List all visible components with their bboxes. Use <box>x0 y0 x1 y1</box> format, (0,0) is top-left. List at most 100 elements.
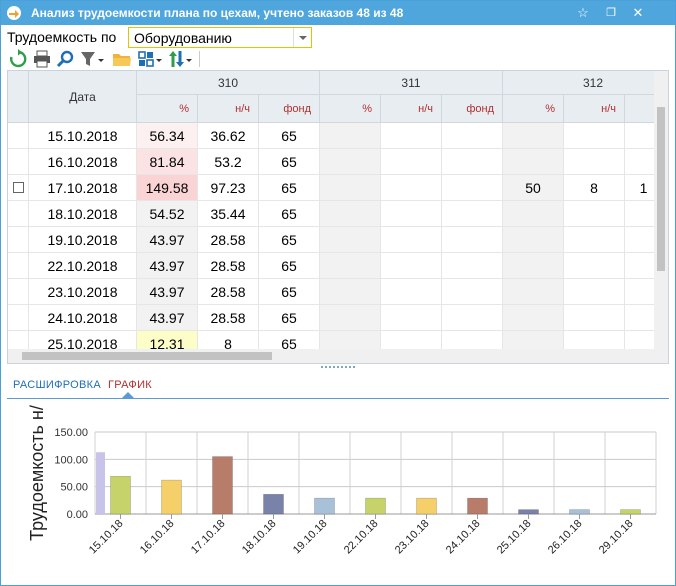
filter-icon[interactable] <box>79 49 105 69</box>
sub-header-nh[interactable]: н/ч <box>381 95 442 123</box>
data-cell[interactable] <box>442 175 503 201</box>
data-cell[interactable] <box>381 279 442 305</box>
group-header-312[interactable]: 312 <box>503 71 663 95</box>
data-cell[interactable]: 28.58 <box>198 227 259 253</box>
data-cell[interactable] <box>503 279 564 305</box>
tab-chart[interactable]: ГРАФИК <box>108 379 152 391</box>
date-cell[interactable]: 16.10.2018 <box>29 149 137 175</box>
vertical-scroll-thumb[interactable] <box>657 107 665 271</box>
data-cell[interactable] <box>381 123 442 149</box>
sub-header-percent[interactable]: % <box>320 95 381 123</box>
date-cell[interactable]: 22.10.2018 <box>29 253 137 279</box>
data-cell[interactable] <box>564 201 625 227</box>
data-cell[interactable]: 54.52 <box>137 201 198 227</box>
date-column-header[interactable]: Дата <box>29 71 137 123</box>
row-indicator[interactable] <box>8 305 29 331</box>
group-header-310[interactable]: 310 <box>137 71 320 95</box>
sub-header-fund[interactable]: фонд <box>442 95 503 123</box>
layout-icon[interactable] <box>137 49 163 69</box>
data-cell[interactable] <box>381 175 442 201</box>
data-cell[interactable]: 65 <box>259 253 320 279</box>
labor-by-select[interactable]: Оборудованию <box>128 27 312 48</box>
data-cell[interactable] <box>564 227 625 253</box>
data-cell[interactable] <box>381 305 442 331</box>
row-indicator[interactable] <box>8 201 29 227</box>
data-cell[interactable] <box>442 279 503 305</box>
panel-splitter[interactable] <box>321 366 355 370</box>
sub-header-percent[interactable]: % <box>137 95 198 123</box>
data-cell[interactable]: 56.34 <box>137 123 198 149</box>
sort-icon[interactable] <box>167 49 193 69</box>
data-cell[interactable]: 65 <box>259 175 320 201</box>
data-cell[interactable] <box>503 305 564 331</box>
date-cell[interactable]: 17.10.2018 <box>29 175 137 201</box>
row-indicator[interactable] <box>8 123 29 149</box>
sub-header-nh[interactable]: н/ч <box>198 95 259 123</box>
date-cell[interactable]: 18.10.2018 <box>29 201 137 227</box>
data-cell[interactable] <box>320 227 381 253</box>
data-cell[interactable]: 65 <box>259 149 320 175</box>
data-cell[interactable]: 28.58 <box>198 253 259 279</box>
data-cell[interactable] <box>320 279 381 305</box>
data-cell[interactable] <box>381 149 442 175</box>
data-cell[interactable] <box>320 201 381 227</box>
data-cell[interactable] <box>381 253 442 279</box>
row-indicator[interactable] <box>8 253 29 279</box>
data-cell[interactable]: 65 <box>259 227 320 253</box>
data-cell[interactable]: 65 <box>259 123 320 149</box>
data-cell[interactable]: 8 <box>564 175 625 201</box>
data-cell[interactable] <box>503 123 564 149</box>
row-indicator[interactable] <box>8 279 29 305</box>
data-cell[interactable] <box>442 123 503 149</box>
pin-icon[interactable]: ☆ <box>573 3 593 23</box>
data-cell[interactable]: 97.23 <box>198 175 259 201</box>
data-cell[interactable] <box>564 253 625 279</box>
data-cell[interactable] <box>442 253 503 279</box>
data-cell[interactable]: 35.44 <box>198 201 259 227</box>
date-cell[interactable]: 23.10.2018 <box>29 279 137 305</box>
data-cell[interactable]: 149.58 <box>137 175 198 201</box>
data-cell[interactable]: 65 <box>259 279 320 305</box>
data-cell[interactable]: 81.84 <box>137 149 198 175</box>
date-cell[interactable]: 19.10.2018 <box>29 227 137 253</box>
refresh-icon[interactable] <box>7 49 29 69</box>
data-cell[interactable]: 65 <box>259 305 320 331</box>
labor-grid[interactable]: Дата 310 311 312 % н/ч фонд % н/ч фонд %… <box>7 70 669 364</box>
data-cell[interactable]: 53.2 <box>198 149 259 175</box>
group-header-311[interactable]: 311 <box>320 71 503 95</box>
data-cell[interactable] <box>564 305 625 331</box>
data-cell[interactable] <box>320 149 381 175</box>
restore-icon[interactable]: ❐ <box>601 3 621 23</box>
data-cell[interactable] <box>564 149 625 175</box>
vertical-scrollbar[interactable] <box>654 71 668 351</box>
data-cell[interactable]: 28.58 <box>198 305 259 331</box>
search-icon[interactable] <box>55 49 77 69</box>
row-indicator[interactable] <box>8 149 29 175</box>
close-icon[interactable]: ✕ <box>628 3 648 23</box>
title-bar[interactable]: Анализ трудоемкости плана по цехам, учте… <box>1 1 675 25</box>
horizontal-scrollbar[interactable] <box>8 349 668 363</box>
data-cell[interactable] <box>503 201 564 227</box>
data-cell[interactable] <box>381 227 442 253</box>
data-cell[interactable] <box>320 175 381 201</box>
data-cell[interactable] <box>564 123 625 149</box>
data-cell[interactable] <box>320 305 381 331</box>
data-cell[interactable] <box>320 253 381 279</box>
data-cell[interactable]: 43.97 <box>137 279 198 305</box>
print-icon[interactable] <box>31 49 53 69</box>
date-cell[interactable]: 15.10.2018 <box>29 123 137 149</box>
row-checkbox[interactable] <box>12 182 24 193</box>
data-cell[interactable] <box>442 305 503 331</box>
data-cell[interactable] <box>503 253 564 279</box>
folder-icon[interactable] <box>111 49 133 69</box>
data-cell[interactable]: 36.62 <box>198 123 259 149</box>
sub-header-percent[interactable]: % <box>503 95 564 123</box>
sub-header-nh[interactable]: н/ч <box>564 95 625 123</box>
data-cell[interactable] <box>564 279 625 305</box>
chevron-down-icon[interactable] <box>293 28 311 47</box>
data-cell[interactable]: 43.97 <box>137 305 198 331</box>
data-cell[interactable] <box>503 227 564 253</box>
data-cell[interactable]: 43.97 <box>137 253 198 279</box>
data-cell[interactable] <box>442 227 503 253</box>
tab-breakdown[interactable]: РАСШИФРОВКА <box>13 379 101 391</box>
